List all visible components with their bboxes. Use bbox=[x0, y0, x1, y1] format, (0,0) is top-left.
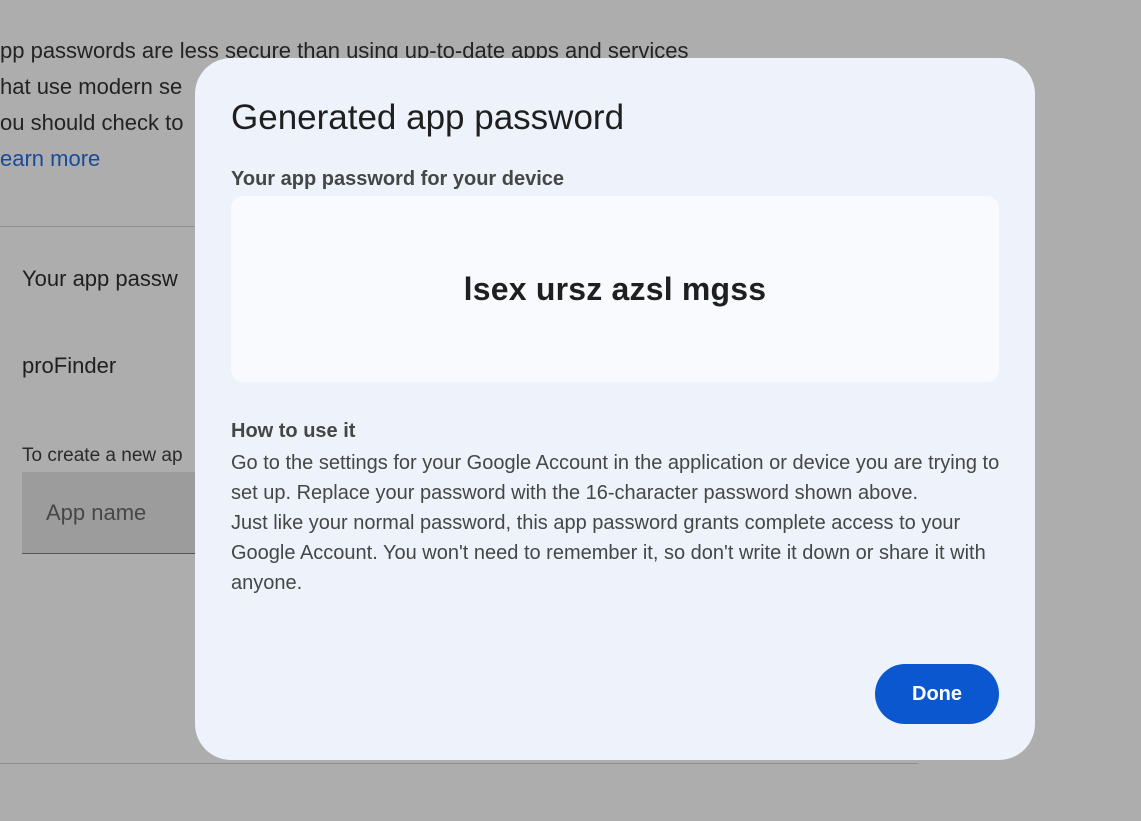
howto-paragraph: Go to the settings for your Google Accou… bbox=[231, 452, 1000, 504]
generated-password-dialog: Generated app password Your app password… bbox=[195, 58, 1035, 760]
intro-text-line-2: hat use modern se bbox=[0, 74, 183, 99]
generated-password[interactable]: lsex ursz azsl mgss bbox=[464, 271, 767, 308]
learn-more-link[interactable]: earn more bbox=[0, 146, 100, 172]
howto-instructions: Go to the settings for your Google Accou… bbox=[231, 448, 1001, 598]
divider bbox=[0, 763, 918, 764]
dialog-title: Generated app password bbox=[231, 98, 625, 137]
done-button[interactable]: Done bbox=[875, 664, 999, 724]
password-label: Your app password for your device bbox=[231, 168, 565, 190]
create-hint-text: To create a new ap bbox=[22, 445, 183, 466]
intro-text-line-3: ou should check to bbox=[0, 110, 184, 135]
howto-heading: How to use it bbox=[231, 420, 356, 442]
app-list-item[interactable]: proFinder bbox=[22, 353, 116, 379]
app-name-placeholder: App name bbox=[46, 500, 147, 525]
howto-paragraph: Just like your normal password, this app… bbox=[231, 512, 986, 594]
divider bbox=[0, 226, 200, 227]
password-box: lsex ursz azsl mgss bbox=[231, 196, 999, 382]
app-passwords-heading: Your app passw bbox=[22, 266, 178, 291]
